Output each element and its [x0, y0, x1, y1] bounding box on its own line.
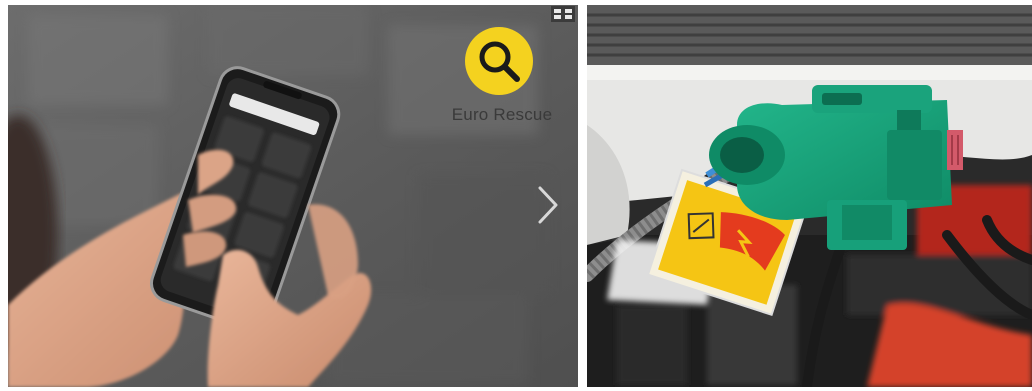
- brand-name: Euro Rescue: [451, 105, 553, 124]
- connector-scene: [587, 5, 1032, 387]
- photo-phone-in-hands: Euro Rescue: [8, 5, 578, 387]
- expand-icon[interactable]: [551, 6, 575, 22]
- euro-rescue-logo: [465, 27, 533, 95]
- chevron-right-icon[interactable]: [532, 180, 562, 230]
- photo-high-voltage-connector: [587, 5, 1032, 387]
- logo-circle: [465, 27, 533, 95]
